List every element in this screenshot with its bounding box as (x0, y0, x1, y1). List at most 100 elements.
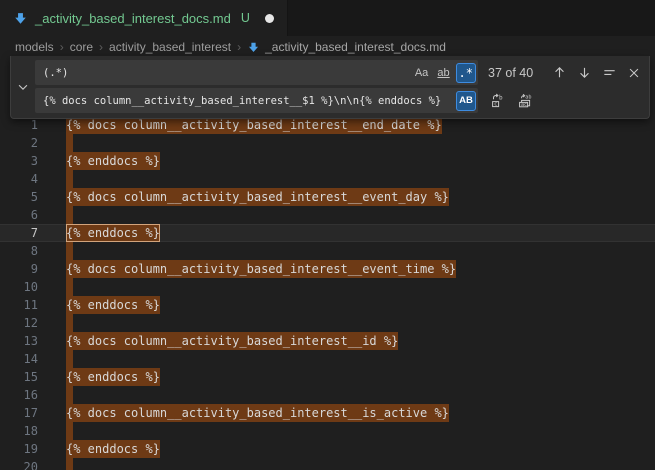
breadcrumb-item-core[interactable]: core (70, 40, 93, 54)
code-line-16[interactable]: 16 (0, 386, 655, 404)
line-number: 9 (0, 260, 38, 278)
line-number: 13 (0, 332, 38, 350)
breadcrumb-separator-icon: › (60, 40, 64, 54)
svg-text:ab: ab (525, 94, 531, 100)
code-text (66, 458, 655, 470)
replace-icon: b c (490, 93, 506, 109)
close-find-widget-button[interactable] (623, 62, 645, 84)
preserve-case-toggle[interactable]: AB (456, 91, 476, 111)
find-match-highlight-empty (66, 350, 73, 368)
next-match-button[interactable] (573, 62, 595, 84)
code-text: {% docs column__activity_based_interest_… (66, 332, 655, 350)
replace-all-button[interactable]: ab ac (514, 90, 536, 112)
line-number: 14 (0, 350, 38, 368)
line-number: 16 (0, 386, 38, 404)
find-row: (.*) Aa ab .* 37 of 40 (35, 60, 645, 85)
code-line-3[interactable]: 3{% enddocs %} (0, 152, 655, 170)
replace-options: AB (456, 91, 476, 111)
regex-toggle[interactable]: .* (456, 63, 476, 83)
code-text (66, 242, 655, 260)
replace-actions: b c ab ac (487, 90, 536, 112)
code-line-2[interactable]: 2 (0, 134, 655, 152)
find-match-highlight: {% enddocs %} (66, 296, 160, 314)
code-line-15[interactable]: 15 {% enddocs %} (0, 368, 655, 386)
code-line-6[interactable]: 6 (0, 206, 655, 224)
line-number: 10 (0, 278, 38, 296)
find-input-value: (.*) (43, 67, 412, 79)
match-case-toggle[interactable]: Aa (412, 63, 432, 83)
code-text: {% enddocs %} (66, 368, 655, 386)
find-match-highlight: {% enddocs %} (66, 224, 160, 242)
breadcrumb-item-activity-based-interest[interactable]: activity_based_interest (109, 40, 231, 54)
find-match-highlight-empty (66, 206, 73, 224)
replace-row: {% docs column__activity_based_interest_… (35, 88, 645, 113)
svg-text:ac: ac (521, 102, 527, 108)
line-number: 19 (0, 440, 38, 458)
find-match-highlight: {% docs column__activity_based_interest_… (66, 188, 449, 206)
code-line-9[interactable]: 9 {% docs column__activity_based_interest… (0, 260, 655, 278)
find-match-highlight-empty (66, 278, 73, 296)
find-nav-buttons (548, 62, 645, 84)
code-line-19[interactable]: 19{% enddocs %} (0, 440, 655, 458)
code-text (66, 134, 655, 152)
code-text: {% enddocs %} (66, 296, 655, 314)
line-number: 5 (0, 188, 38, 206)
code-line-5[interactable]: 5 {% docs column__activity_based_interest… (0, 188, 655, 206)
breadcrumb-filename: _activity_based_interest_docs.md (265, 40, 446, 54)
find-match-highlight-empty (66, 134, 73, 152)
find-in-selection-button[interactable] (598, 62, 620, 84)
modified-indicator-icon[interactable] (265, 14, 274, 23)
code-line-10[interactable]: 10 (0, 278, 655, 296)
code-text (66, 314, 655, 332)
breadcrumb: models › core › activity_based_interest … (0, 36, 655, 58)
previous-match-button[interactable] (548, 62, 570, 84)
find-match-highlight-empty (66, 422, 73, 440)
find-match-highlight: {% docs column__activity_based_interest_… (66, 332, 398, 350)
code-text (66, 350, 655, 368)
find-options: Aa ab .* (412, 63, 476, 83)
line-number: 20 (0, 458, 38, 470)
breadcrumb-separator-icon: › (99, 40, 103, 54)
find-match-highlight-empty (66, 170, 73, 188)
markdown-file-icon (247, 41, 260, 54)
code-text: {% enddocs %} (66, 224, 655, 242)
find-replace-widget: (.*) Aa ab .* 37 of 40 (10, 56, 650, 119)
code-line-11[interactable]: 11{% enddocs %} (0, 296, 655, 314)
code-line-18[interactable]: 18 (0, 422, 655, 440)
code-text: {% docs column__activity_based_interest_… (66, 404, 655, 422)
code-line-4[interactable]: 4 (0, 170, 655, 188)
svg-text:c: c (494, 101, 497, 107)
breadcrumb-item-file[interactable]: _activity_based_interest_docs.md (247, 40, 446, 54)
code-line-12[interactable]: 12 (0, 314, 655, 332)
find-match-highlight-empty (66, 314, 73, 332)
replace-input[interactable]: {% docs column__activity_based_interest_… (35, 88, 478, 113)
code-line-7[interactable]: 7{% enddocs %} (0, 224, 655, 242)
replace-button[interactable]: b c (487, 90, 509, 112)
find-match-highlight: {% enddocs %} (66, 152, 160, 170)
whole-word-toggle[interactable]: ab (434, 63, 454, 83)
tab-bar: _activity_based_interest_docs.md U (0, 0, 655, 36)
toggle-replace-button[interactable] (11, 60, 35, 113)
find-match-highlight: {% docs column__activity_based_interest_… (66, 260, 456, 278)
code-line-17[interactable]: 17{% docs column__activity_based_interes… (0, 404, 655, 422)
find-input[interactable]: (.*) Aa ab .* (35, 60, 478, 85)
chevron-down-icon (16, 80, 30, 94)
line-number: 15 (0, 368, 38, 386)
git-status-badge: U (241, 11, 250, 25)
tab-activity-based-interest-docs[interactable]: _activity_based_interest_docs.md U (0, 0, 288, 36)
line-number: 6 (0, 206, 38, 224)
svg-text:b: b (499, 94, 503, 101)
code-line-13[interactable]: 13 {% docs column__activity_based_interes… (0, 332, 655, 350)
breadcrumb-separator-icon: › (237, 40, 241, 54)
breadcrumb-item-models[interactable]: models (15, 40, 54, 54)
code-line-8[interactable]: 8 (0, 242, 655, 260)
markdown-file-icon (13, 11, 28, 26)
code-text (66, 206, 655, 224)
code-text: {% docs column__activity_based_interest_… (66, 188, 655, 206)
find-match-highlight-empty (66, 458, 73, 470)
code-text (66, 278, 655, 296)
code-line-20[interactable]: 20 (0, 458, 655, 470)
code-line-14[interactable]: 14 (0, 350, 655, 368)
line-number: 2 (0, 134, 38, 152)
editor[interactable]: 1{% docs column__activity_based_interest… (0, 58, 655, 470)
